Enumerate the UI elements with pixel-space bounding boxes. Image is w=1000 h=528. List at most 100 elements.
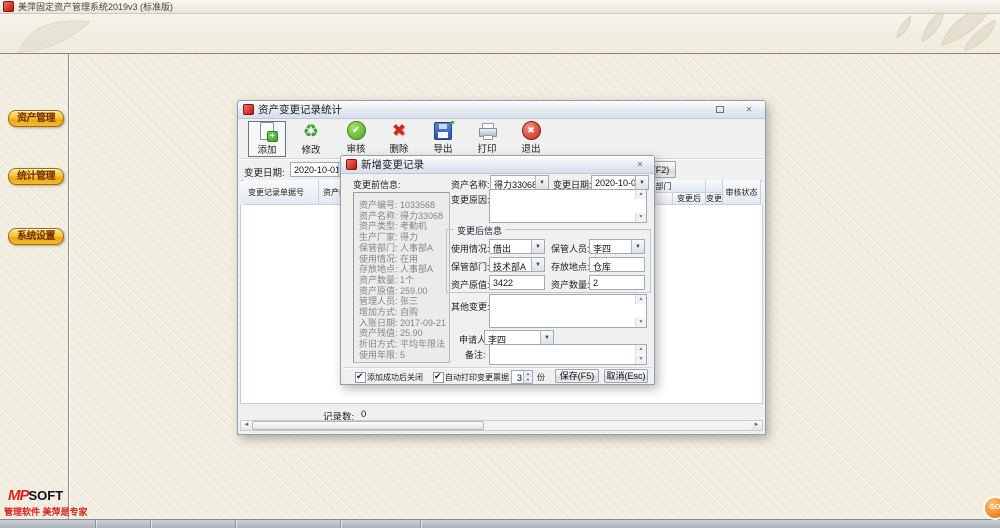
mpsoft-logo: MPSOFT xyxy=(8,487,63,505)
chevron-down-icon: ▼ xyxy=(540,331,553,344)
keeper-value: 李四 xyxy=(590,240,631,253)
before-info-line: 资产类型: 考勤机 xyxy=(354,221,449,232)
location-input[interactable]: 仓库 xyxy=(589,257,645,272)
scroll-down-icon[interactable]: ▼ xyxy=(635,318,646,327)
reason-textarea[interactable]: ▲ ▼ xyxy=(489,189,647,223)
slogan-text: 管理软件 美萍是专家 xyxy=(4,505,88,518)
scroll-up-icon[interactable]: ▲ xyxy=(635,295,646,304)
copies-spinner[interactable]: 3 ▲▼ xyxy=(511,370,533,384)
status-segment xyxy=(95,520,151,528)
logo-mp: MP xyxy=(8,487,29,504)
column-header-before-clipped: 变更前 xyxy=(706,193,723,205)
dialog-toolbar-export-button[interactable]: ↗ 导出 xyxy=(425,121,461,155)
sidebar-item-asset-management[interactable]: 资产管理 xyxy=(8,110,64,127)
chevron-down-icon: ▼ xyxy=(531,258,544,271)
top-toolbar xyxy=(0,13,1000,54)
scroll-down-icon[interactable]: ▼ xyxy=(635,213,646,222)
dialog-toolbar-delete-button[interactable]: ✖ 删除 xyxy=(381,121,417,155)
copies-unit-label: 份 xyxy=(537,372,545,383)
cancel-button[interactable]: 取消(Esc) xyxy=(604,369,648,383)
status-segment xyxy=(0,520,96,528)
toolbar-label: 添加 xyxy=(257,142,276,156)
change-date-combobox[interactable]: 2020-10-04 ▼ xyxy=(591,175,649,190)
usage-value: 借出 xyxy=(490,240,531,253)
other-change-label: 其他变更: xyxy=(451,300,490,313)
horizontal-scrollbar[interactable]: ◄ ► xyxy=(240,420,763,431)
close-after-add-checkbox[interactable] xyxy=(355,372,366,383)
auto-print-checkbox[interactable] xyxy=(433,372,444,383)
remark-textarea[interactable]: ▲ ▼ xyxy=(489,344,647,365)
qty-input[interactable]: 2 xyxy=(589,275,645,290)
before-info-line: 资产原值: 259.00 xyxy=(354,286,449,297)
scroll-down-icon[interactable]: ▼ xyxy=(635,355,646,364)
leaf-decoration xyxy=(12,16,97,54)
status-segment xyxy=(235,520,341,528)
usage-combobox[interactable]: 借出 ▼ xyxy=(489,239,545,254)
keeper-combobox[interactable]: 李四 ▼ xyxy=(589,239,645,254)
record-count-value: 0 xyxy=(361,409,366,420)
before-info-line: 使用情况: 在用 xyxy=(354,254,449,265)
remark-label: 备注: xyxy=(465,348,486,361)
status-segment xyxy=(340,520,421,528)
applicant-combobox[interactable]: 李四 ▼ xyxy=(484,330,554,345)
toolbar-label: 删除 xyxy=(389,141,408,155)
toolbar-label: 退出 xyxy=(521,141,540,155)
save-button[interactable]: 保存(F5) xyxy=(555,369,599,383)
dialog-toolbar-print-button[interactable]: 打印 xyxy=(469,121,505,155)
after-info-group: 变更后信息 使用情况: 借出 ▼ 保管人员: 李四 ▼ 保管部门: 技术部A ▼… xyxy=(446,229,651,293)
qty-label: 资产数量: xyxy=(551,278,590,291)
window-title: 美萍固定资产管理系统2019v3 (标准版) xyxy=(18,0,173,13)
scroll-up-icon[interactable]: ▲ xyxy=(635,345,646,354)
date-from-value: 2020-10-01 xyxy=(291,163,338,176)
add-dialog-titlebar: 新增变更记录 ✕ xyxy=(341,156,654,174)
asset-name-combobox[interactable]: 得力33068 ▼ xyxy=(490,175,549,190)
export-floppy-icon: ↗ xyxy=(432,121,454,140)
add-doc-icon: + xyxy=(256,122,278,141)
sidebar-item-system-settings[interactable]: 系统设置 xyxy=(8,228,64,245)
toolbar-label: 修改 xyxy=(301,142,320,156)
audit-check-icon: ✔ xyxy=(345,121,367,140)
toolbar-label: 打印 xyxy=(477,141,496,155)
scroll-right-icon[interactable]: ► xyxy=(751,421,762,430)
dialog-toolbar-exit-button[interactable]: ✖ 退出 xyxy=(513,121,549,155)
close-icon[interactable]: ✕ xyxy=(634,159,646,170)
before-info-label: 变更前信息: xyxy=(353,178,401,191)
dialog-toolbar-add-button[interactable]: + 添加 xyxy=(248,121,286,157)
change-date-value: 2020-10-04 xyxy=(592,176,635,189)
chevron-down-icon: ▼ xyxy=(531,240,544,253)
screen: 美萍固定资产管理系统2019v3 (标准版) ☻ 用户切换 ♪ 事件提醒 ? 软… xyxy=(0,0,1000,528)
toolbar-label: 导出 xyxy=(433,141,452,155)
close-icon[interactable]: ✕ xyxy=(743,104,755,115)
spinner-arrows-icon[interactable]: ▲▼ xyxy=(523,371,532,383)
before-info-line: 资产编号: 1033568 xyxy=(354,200,449,211)
scrollbar-thumb[interactable] xyxy=(252,421,484,430)
orig-value-input[interactable]: 3422 xyxy=(489,275,545,290)
add-dialog-title: 新增变更记录 xyxy=(361,157,424,172)
before-info-line: 管理人员: 张三 xyxy=(354,296,449,307)
dialog-icon xyxy=(346,159,357,170)
dialog-toolbar-audit-button[interactable]: ✔ 审核 xyxy=(338,121,374,155)
asset-name-label: 资产名称: xyxy=(451,178,490,191)
other-change-textarea[interactable]: ▲ ▼ xyxy=(489,294,647,328)
restore-icon[interactable] xyxy=(714,104,726,115)
before-info-line: 资产名称: 得力33068 xyxy=(354,211,449,222)
window-titlebar: 美萍固定资产管理系统2019v3 (标准版) xyxy=(0,0,1000,14)
dept-combobox[interactable]: 技术部A ▼ xyxy=(489,257,545,272)
reason-label: 变更原因: xyxy=(451,193,490,206)
sidebar-item-statistics-management[interactable]: 统计管理 xyxy=(8,168,64,185)
chevron-down-icon: ▼ xyxy=(631,240,644,253)
close-after-add-label: 添加成功后关闭 xyxy=(367,372,423,383)
toolbar-label: 审核 xyxy=(346,141,365,155)
chevron-down-icon: ▼ xyxy=(635,176,648,189)
modify-refresh-icon: ♻ xyxy=(300,121,322,141)
before-info-line: 存放地点: 人事部A xyxy=(354,264,449,275)
before-info-line: 资产数量: 1个 xyxy=(354,275,449,286)
scroll-left-icon[interactable]: ◄ xyxy=(241,421,252,430)
orig-value-label: 资产原值: xyxy=(451,278,490,291)
scroll-up-icon[interactable]: ▲ xyxy=(635,190,646,199)
go-button[interactable]: GO xyxy=(983,496,1000,520)
after-info-group-title: 变更后信息 xyxy=(454,224,505,237)
before-info-line: 增加方式: 自购 xyxy=(354,307,449,318)
dialog-toolbar-modify-button[interactable]: ♻ 修改 xyxy=(293,121,329,155)
dept-label: 保管部门: xyxy=(451,260,490,273)
